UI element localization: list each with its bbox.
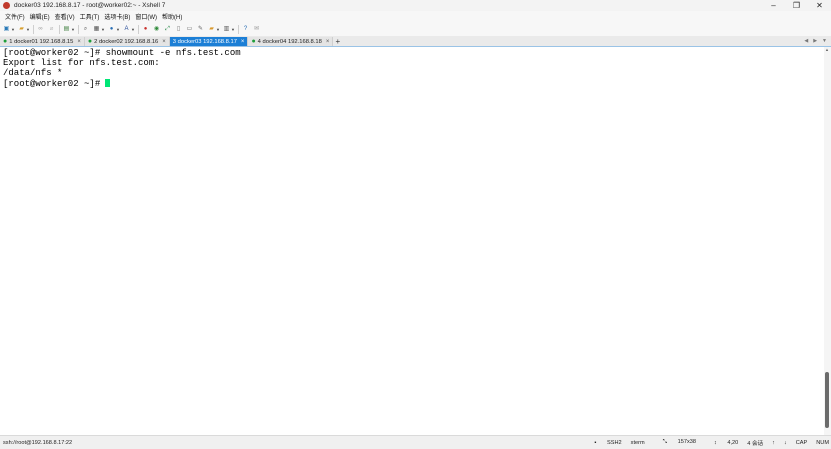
terminal-prompt-line: [root@worker02 ~]#	[3, 78, 824, 89]
caps-lock-indicator: CAP	[795, 439, 808, 446]
num-lock-indicator: NUM	[816, 439, 829, 446]
minimize-button[interactable]: –	[762, 0, 785, 11]
keyboard-icon[interactable]: ▭	[185, 25, 194, 34]
add-tab-button[interactable]: +	[333, 37, 342, 46]
close-button[interactable]: ✕	[808, 0, 831, 11]
terminal-output[interactable]: [root@worker02 ~]# showmount -e nfs.test…	[0, 47, 824, 435]
connected-dot-icon: ●	[3, 38, 8, 45]
toolbar: ▣ ▼ ▰ ▼ ∞ ⌀ ▤ ▼ ⌕ ▦ ▼ ● ▼ A ▼ ● ◉ ⤢ ▯ ▭ …	[0, 22, 831, 37]
tab-docker03[interactable]: 3 docker03 192.168.8.17 ×	[169, 37, 249, 46]
xagent-icon[interactable]: ◉	[152, 25, 161, 34]
script-icon[interactable]: ✎	[196, 25, 205, 34]
tab-label: 2 docker02 192.168.8.16	[94, 38, 159, 45]
tab-docker02[interactable]: ● 2 docker02 192.168.8.16 ×	[84, 37, 170, 46]
chat-icon[interactable]: ✉	[252, 25, 261, 34]
chevron-right-icon[interactable]: ▶	[813, 38, 817, 44]
chevron-down-icon[interactable]: ▼	[822, 38, 827, 44]
chevron-down-icon[interactable]: ▼	[216, 25, 220, 34]
menu-edit[interactable]: 编辑(E)	[30, 12, 50, 21]
chevron-down-icon[interactable]: ▼	[26, 25, 30, 34]
tab-navigation: ◀ ▶ ▼	[799, 36, 827, 46]
scrollbar-thumb[interactable]	[825, 372, 829, 428]
unlink-icon[interactable]: ⌀	[47, 25, 56, 34]
cursor-position: ↕ 4,20	[714, 439, 739, 446]
tab-close-icon[interactable]: ×	[241, 39, 245, 45]
session-tab-bar: ● 1 docker01 192.168.8.15 × ● 2 docker02…	[0, 36, 831, 47]
chevron-down-icon[interactable]: ▼	[71, 25, 75, 34]
toolbar-divider	[59, 24, 60, 34]
terminal-size: ⤡ 157x38	[662, 439, 697, 445]
font-icon[interactable]: A	[122, 25, 131, 34]
globe-icon[interactable]: ●	[107, 25, 116, 34]
terminal-type: xterm	[630, 439, 645, 446]
window-controls: – ❐ ✕	[762, 0, 831, 11]
tab-docker04[interactable]: ● 4 docker04 192.168.8.18 ×	[248, 37, 334, 46]
menu-window[interactable]: 窗口(W)	[135, 12, 157, 21]
chevron-left-icon[interactable]: ◀	[804, 38, 808, 44]
chevron-down-icon[interactable]: ▼	[101, 25, 105, 34]
menu-tools[interactable]: 工具(T)	[80, 12, 100, 21]
toolbar-divider	[238, 24, 239, 34]
toolbar-divider	[33, 24, 34, 34]
scroll-up-icon[interactable]: ▲	[825, 47, 829, 52]
chevron-down-icon[interactable]: ▼	[131, 25, 135, 34]
download-icon: ↓	[783, 439, 787, 446]
title-bar: docker03 192.168.8.17 - root@worker02:~ …	[0, 0, 831, 11]
transfer-icon[interactable]: ▰	[207, 25, 216, 34]
terminal-line: [root@worker02 ~]# showmount -e nfs.test…	[3, 48, 241, 58]
protocol-status: ▪ SSH2	[594, 439, 622, 446]
fullscreen-icon[interactable]: ⤢	[163, 25, 172, 34]
search-icon[interactable]: ⌕	[81, 25, 90, 34]
xshell-app-icon	[3, 2, 10, 9]
tab-close-icon[interactable]: ×	[77, 39, 81, 45]
lock-icon: ▪	[594, 439, 599, 446]
maximize-button[interactable]: ❐	[785, 0, 808, 11]
cursor-icon: ↕	[714, 439, 719, 446]
help-icon[interactable]: ?	[241, 25, 250, 34]
chevron-down-icon[interactable]: ▼	[231, 25, 235, 34]
status-bar: ssh://root@192.168.8.17:22 ▪ SSH2 xterm …	[0, 435, 831, 449]
menu-tab[interactable]: 选项卡(B)	[104, 12, 130, 21]
terminal-scrollbar[interactable]: ▲	[824, 47, 831, 435]
layout-icon[interactable]: ▥	[222, 25, 231, 34]
menu-bar: 文件(F) 编辑(E) 查看(V) 工具(T) 选项卡(B) 窗口(W) 帮助(…	[0, 11, 831, 22]
terminal-prompt: [root@worker02 ~]#	[3, 78, 101, 89]
resize-icon: ⤡	[662, 439, 669, 445]
xftp-icon[interactable]: ●	[141, 25, 150, 34]
tab-close-icon[interactable]: ×	[162, 39, 166, 45]
lock-icon[interactable]: ▯	[174, 25, 183, 34]
tab-label: 4 docker04 192.168.8.18	[257, 38, 322, 45]
session-count: 4 会话	[747, 440, 764, 447]
tab-docker01[interactable]: ● 1 docker01 192.168.8.15 ×	[0, 37, 85, 46]
open-folder-icon[interactable]: ▰	[17, 25, 26, 34]
terminal-cursor	[105, 78, 111, 87]
toolbar-divider	[78, 24, 79, 34]
properties-icon[interactable]: ▤	[62, 25, 71, 34]
chevron-down-icon[interactable]: ▼	[116, 25, 120, 34]
terminal-line: Export list for nfs.test.com:	[3, 58, 160, 69]
connected-dot-icon: ●	[87, 38, 93, 45]
window-title: docker03 192.168.8.17 - root@worker02:~ …	[14, 2, 166, 9]
menu-view[interactable]: 查看(V)	[55, 12, 75, 21]
tab-close-icon[interactable]: ×	[326, 39, 330, 45]
link-icon[interactable]: ∞	[36, 25, 45, 34]
chevron-down-icon[interactable]: ▼	[11, 25, 15, 34]
connection-address: ssh://root@192.168.8.17:22	[3, 439, 73, 446]
menu-help[interactable]: 帮助(H)	[162, 12, 182, 21]
status-indicators: ▪ SSH2 xterm ⤡ 157x38 ↕ 4,20 4 会话 ↑ ↓ CA…	[576, 436, 829, 449]
tab-label: 3 docker03 192.168.8.17	[172, 38, 237, 45]
upload-icon: ↑	[772, 439, 775, 446]
connected-dot-icon: ●	[251, 38, 256, 45]
tab-label: 1 docker01 192.168.8.15	[9, 38, 74, 45]
print-icon[interactable]: ▦	[92, 25, 101, 34]
toolbar-divider	[138, 24, 139, 34]
new-session-icon[interactable]: ▣	[2, 25, 11, 34]
menu-file[interactable]: 文件(F)	[5, 12, 25, 21]
terminal-line: /data/nfs *	[3, 68, 63, 79]
